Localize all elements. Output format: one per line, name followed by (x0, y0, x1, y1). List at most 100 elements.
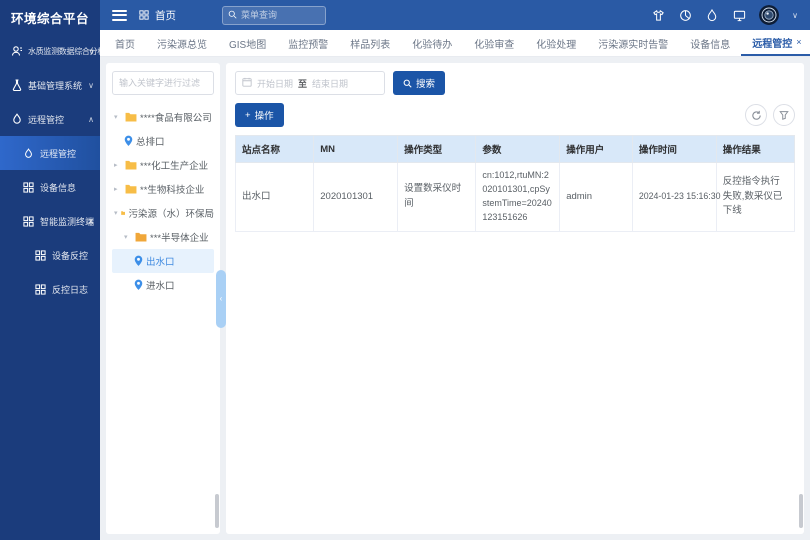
grid-icon (22, 181, 35, 194)
caret-right-icon[interactable]: ▸ (114, 185, 122, 193)
tab-gis-map[interactable]: GIS地图 (218, 30, 277, 56)
breadcrumb-home-label: 首页 (155, 8, 176, 23)
topbar: 首页 (100, 0, 810, 30)
map-pin-icon (124, 135, 133, 147)
flame-icon[interactable] (705, 8, 719, 22)
sidebar-item-basic-management[interactable]: 基础管理系统 ∨ (0, 68, 100, 102)
sidebar: 环境综合平台 水质监测数据综合分析 ∨ 基础管理系统 ∨ 远程管控 ∧ (0, 0, 100, 540)
folder-icon (125, 184, 137, 194)
sidebar-item-device-reverse-control[interactable]: 设备反控 (0, 238, 100, 272)
col-op-time: 操作时间 (632, 136, 716, 163)
cell-op-result: 反控指令执行失败,数采仪已下线 (716, 163, 794, 232)
home-grid-icon (137, 8, 151, 22)
folder-icon (135, 232, 147, 242)
pie-chart-icon[interactable] (678, 8, 692, 22)
column-settings-icon[interactable] (773, 104, 795, 126)
site-tree-panel: ▾ ****食品有限公司 总排口 ▸ ***化工生产企业 ▸ (106, 63, 220, 534)
caret-right-icon[interactable]: ▸ (114, 161, 122, 169)
content-area: ▾ ****食品有限公司 总排口 ▸ ***化工生产企业 ▸ (100, 57, 810, 540)
search-toolbar: 开始日期 至 结束日期 搜索 (235, 71, 795, 95)
tree-node-label: 出水口 (146, 254, 175, 268)
sidebar-item-remote-control-group[interactable]: 远程管控 ∧ (0, 102, 100, 136)
menu-collapse-icon[interactable] (112, 10, 127, 21)
folder-icon (125, 160, 137, 170)
grid-icon (34, 249, 47, 262)
theme-shirt-icon[interactable] (651, 8, 665, 22)
sidebar-item-device-info[interactable]: 设备信息 (0, 170, 100, 204)
chevron-up-icon: ∧ (88, 115, 94, 124)
caret-down-icon[interactable]: ▾ (124, 233, 132, 241)
tab-realtime-alarm[interactable]: 污染源实时告警 (587, 30, 679, 56)
tree-node-food-company[interactable]: ▾ ****食品有限公司 (112, 105, 214, 129)
sidebar-item-water-quality-analysis[interactable]: 水质监测数据综合分析 ∨ (0, 34, 100, 68)
tree-node-label: 污染源（水）环保局 (128, 206, 214, 220)
panel-collapse-handle[interactable]: ‹ (216, 270, 226, 328)
cell-site-name: 出水口 (236, 163, 314, 232)
tab-lab-process[interactable]: 化验处理 (525, 30, 587, 56)
tab-lab-todo[interactable]: 化验待办 (401, 30, 463, 56)
tree-filter-input[interactable] (112, 71, 214, 95)
sidebar-item-label: 设备信息 (40, 181, 76, 194)
tree-node-main-outlet[interactable]: 总排口 (112, 129, 214, 153)
menu-search-input[interactable] (241, 10, 320, 20)
user-analysis-icon (10, 45, 23, 58)
search-button[interactable]: 搜索 (393, 71, 445, 95)
operation-log-table: 站点名称 MN 操作类型 参数 操作用户 操作时间 操作结果 出水口 20201 (235, 135, 795, 232)
tab-home[interactable]: 首页 (104, 30, 146, 56)
app-root: 环境综合平台 水质监测数据综合分析 ∨ 基础管理系统 ∨ 远程管控 ∧ (0, 0, 810, 540)
tab-pollution-overview[interactable]: 污染源总览 (146, 30, 218, 56)
chevron-down-icon[interactable]: ∨ (792, 11, 798, 20)
col-params: 参数 (476, 136, 560, 163)
sidebar-item-label: 远程管控 (28, 113, 64, 126)
tree-node-label: 总排口 (136, 134, 165, 148)
menu-search-box[interactable] (222, 6, 326, 25)
droplet-icon (10, 113, 23, 126)
table-row[interactable]: 出水口 2020101301 设置数采仪时间 cn:1012,rtuMN:202… (236, 163, 795, 232)
col-op-result: 操作结果 (716, 136, 794, 163)
cell-op-user: admin (560, 163, 633, 232)
sidebar-item-smart-terminal[interactable]: 智能监测终端 ∧ (0, 204, 100, 238)
breadcrumb[interactable]: 首页 (137, 8, 176, 23)
range-separator: 至 (298, 77, 307, 90)
close-icon[interactable]: × (796, 37, 801, 47)
tab-device-info[interactable]: 设备信息 (679, 30, 741, 56)
sidebar-item-label: 智能监测终端 (40, 215, 94, 228)
sidebar-item-remote-control[interactable]: 远程管控 (0, 136, 100, 170)
tree-node-inlet[interactable]: 进水口 (112, 273, 214, 297)
refresh-icon[interactable] (745, 104, 767, 126)
sidebar-item-reverse-control-log[interactable]: 反控日志 (0, 272, 100, 306)
site-tree: ▾ ****食品有限公司 总排口 ▸ ***化工生产企业 ▸ (112, 105, 214, 297)
tab-lab-review[interactable]: 化验审查 (463, 30, 525, 56)
chevron-down-icon: ∨ (88, 81, 94, 90)
tab-remote-control[interactable]: 远程管控 × (741, 30, 810, 56)
start-date-placeholder: 开始日期 (257, 77, 293, 90)
tabbar: 首页 污染源总览 GIS地图 监控预警 样品列表 化验待办 化验审查 化验处理 … (100, 30, 810, 57)
col-op-user: 操作用户 (560, 136, 633, 163)
table-tools (745, 104, 795, 126)
tree-node-label: 进水口 (146, 278, 175, 292)
monitor-icon[interactable] (732, 8, 746, 22)
tree-node-water-epa[interactable]: ▾ 污染源（水）环保局 (112, 201, 214, 225)
tree-node-biotech-company[interactable]: ▸ **生物科技企业 (112, 177, 214, 201)
operation-button[interactable]: + 操作 (235, 103, 284, 127)
tab-sample-list[interactable]: 样品列表 (339, 30, 401, 56)
avatar[interactable] (759, 5, 779, 25)
main-scrollbar[interactable] (799, 494, 803, 528)
table-header-row: 站点名称 MN 操作类型 参数 操作用户 操作时间 操作结果 (236, 136, 795, 163)
search-icon (403, 79, 412, 88)
tree-node-chemical-company[interactable]: ▸ ***化工生产企业 (112, 153, 214, 177)
caret-down-icon[interactable]: ▾ (114, 113, 122, 121)
main-column: 首页 (100, 0, 810, 540)
cell-op-time: 2024-01-23 15:16:30 (632, 163, 716, 232)
cell-mn: 2020101301 (314, 163, 398, 232)
end-date-placeholder: 结束日期 (312, 77, 348, 90)
tree-node-label: ***化工生产企业 (140, 158, 208, 172)
tab-monitor-warning[interactable]: 监控预警 (277, 30, 339, 56)
tree-node-outlet[interactable]: 出水口 (112, 249, 214, 273)
tree-node-semiconductor-company[interactable]: ▾ ***半导体企业 (112, 225, 214, 249)
caret-down-icon[interactable]: ▾ (114, 209, 118, 217)
tree-scrollbar[interactable] (215, 494, 219, 528)
date-range-picker[interactable]: 开始日期 至 结束日期 (235, 71, 385, 95)
topbar-actions: ∨ (651, 5, 798, 25)
tree-node-label: ****食品有限公司 (140, 110, 212, 124)
